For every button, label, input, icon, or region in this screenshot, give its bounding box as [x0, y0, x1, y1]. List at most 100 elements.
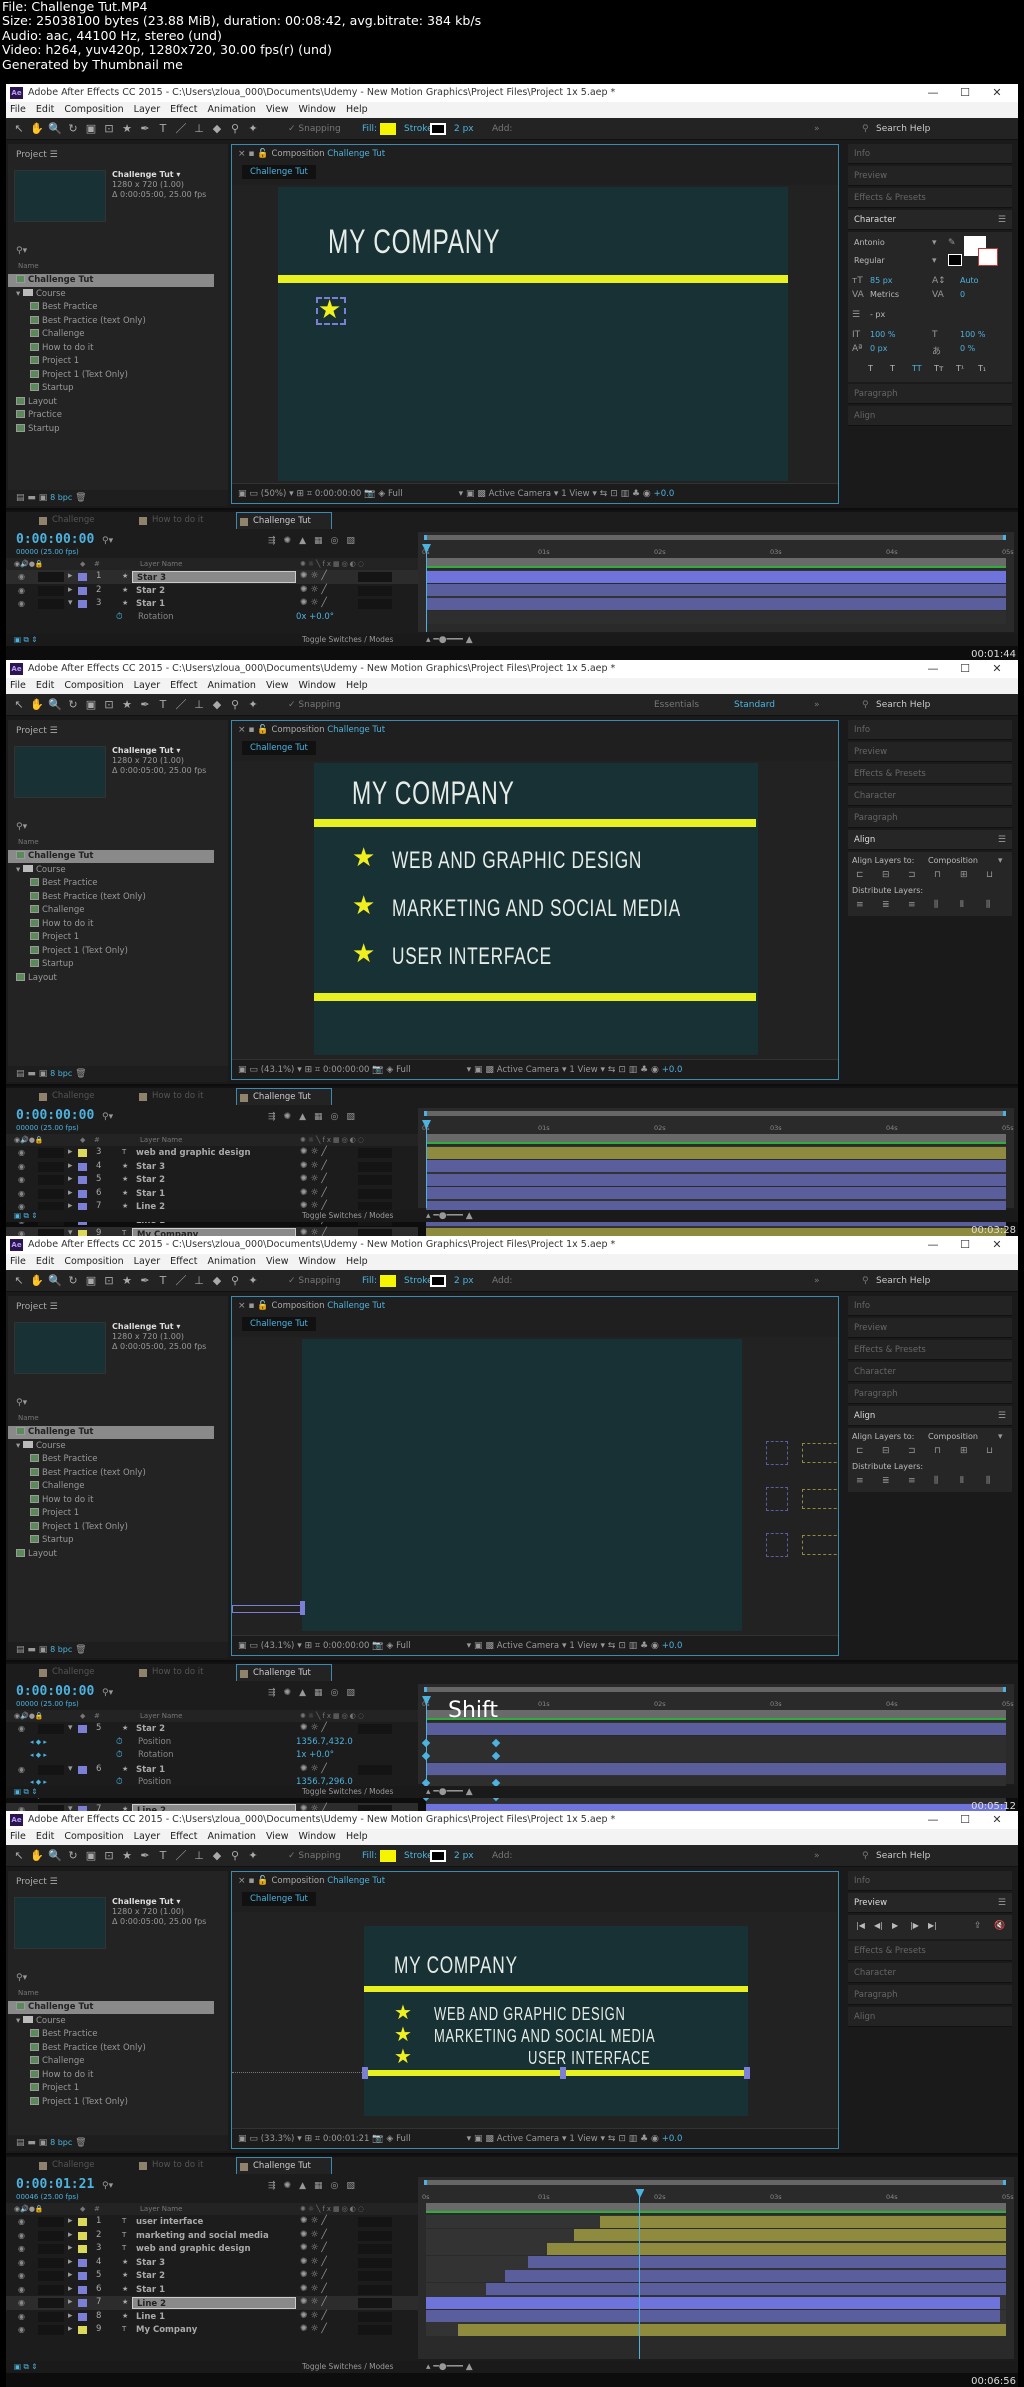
- pan-behind-tool-icon[interactable]: ⊡: [102, 1849, 116, 1863]
- text-outline[interactable]: [802, 1535, 838, 1555]
- snapping-toggle[interactable]: ✓ Snapping: [288, 118, 341, 140]
- eraser-tool-icon[interactable]: ◆: [210, 122, 224, 136]
- twirl-icon[interactable]: ▸: [68, 2269, 73, 2283]
- line-handle[interactable]: [744, 2067, 750, 2079]
- panel-menu-icon[interactable]: ☰: [998, 1893, 1006, 1913]
- twirl-icon[interactable]: ▸: [68, 1187, 73, 1201]
- label-color-swatch[interactable]: [78, 586, 87, 595]
- layer-switches[interactable]: ✺ ☼ ╱: [300, 597, 327, 611]
- tsume-value[interactable]: 0 %: [960, 344, 975, 353]
- exposure-value[interactable]: +0.0: [662, 1641, 683, 1651]
- resolution-select[interactable]: Full: [396, 1065, 411, 1075]
- dropdown-icon[interactable]: ▾: [932, 238, 937, 248]
- layer-switches[interactable]: ✺ ☼ ╱: [300, 2296, 327, 2310]
- puppet-tool-icon[interactable]: ✦: [246, 1849, 260, 1863]
- roto-brush-tool-icon[interactable]: ⚲: [228, 1849, 242, 1863]
- resolution-select[interactable]: Full: [388, 489, 403, 499]
- layer-name[interactable]: marketing and social media: [132, 2230, 296, 2242]
- project-item[interactable]: ▾ Course: [8, 864, 214, 877]
- timeline-tab[interactable]: How to do it: [136, 2157, 226, 2174]
- layer-switches[interactable]: ✺ ☼ ╱: [300, 1227, 327, 1236]
- project-search-icon[interactable]: ⚲▾: [16, 246, 27, 256]
- preview-control-3[interactable]: |▶: [910, 1921, 919, 1930]
- snapping-toggle[interactable]: ✓ Snapping: [288, 1270, 341, 1292]
- camera-tool-icon[interactable]: ▣: [84, 1274, 98, 1288]
- panel-align[interactable]: Align ☰: [848, 830, 1012, 850]
- playhead[interactable]: [639, 2189, 641, 2359]
- add-button[interactable]: Add:: [492, 118, 512, 140]
- menu-composition[interactable]: Composition: [64, 678, 123, 694]
- item-text[interactable]: WEB AND GRAPHIC DESIGN: [434, 2004, 626, 2025]
- solo-lock-cells[interactable]: [38, 1175, 64, 1185]
- distribute-button-icon[interactable]: ⫼: [986, 1476, 990, 1486]
- layer-row[interactable]: ◉ ▸ 3 Tweb and graphic design ✺ ☼ ╱: [6, 2242, 418, 2256]
- menu-window[interactable]: Window: [298, 1829, 335, 1845]
- layer-name[interactable]: Star 3: [132, 1161, 296, 1173]
- menu-edit[interactable]: Edit: [36, 1254, 54, 1270]
- layer-switches[interactable]: ✺ ☼ ╱: [300, 2323, 327, 2337]
- menu-effect[interactable]: Effect: [170, 678, 197, 694]
- menu-layer[interactable]: Layer: [134, 1254, 161, 1270]
- layer-duration-bar[interactable]: [426, 597, 1006, 610]
- label-color-swatch[interactable]: [78, 2272, 87, 2280]
- timeline-footer-icons[interactable]: ▣ ⧉ ⇕: [14, 1786, 38, 1798]
- toggle-switches-modes[interactable]: Toggle Switches / Modes: [302, 1210, 393, 1222]
- timeline-tab[interactable]: Challenge: [36, 512, 126, 529]
- transparency-grid-icon[interactable]: ▾ ▣ ▩: [467, 1641, 497, 1651]
- menu-help[interactable]: Help: [346, 102, 368, 118]
- vertical-scale-value[interactable]: 100 %: [870, 330, 895, 339]
- search-help-input[interactable]: Search Help: [876, 694, 930, 716]
- panel-character[interactable]: Character: [848, 786, 1012, 806]
- layer-switches[interactable]: ✺ ☼ ╱: [300, 2283, 327, 2297]
- panel-effects-presets[interactable]: Effects & Presets: [848, 764, 1012, 784]
- twirl-icon[interactable]: ▸: [68, 2229, 73, 2243]
- item-text[interactable]: WEB AND GRAPHIC DESIGN: [392, 847, 642, 875]
- stroke-width[interactable]: 2 px: [454, 1845, 474, 1867]
- distribute-button-icon[interactable]: ⫼: [934, 900, 938, 910]
- project-item[interactable]: Project 1 (Text Only): [8, 945, 214, 958]
- property-row[interactable]: ◂ ◆ ▸ ⏱ Rotation 1x +0.0°: [6, 1749, 418, 1763]
- solo-lock-cells[interactable]: [38, 599, 64, 609]
- solo-lock-cells[interactable]: [38, 1229, 64, 1236]
- layer-row[interactable]: ◉ ▾ 5 ★ Star 2 ✺ ☼ ╱: [6, 1722, 418, 1736]
- layer-switches[interactable]: ✺ ☼ ╱: [300, 1173, 327, 1187]
- shape-tool-icon[interactable]: ★: [120, 1274, 134, 1288]
- exposure-value[interactable]: +0.0: [662, 1065, 683, 1075]
- camera-tool-icon[interactable]: ▣: [84, 1849, 98, 1863]
- layer-name[interactable]: Star 2: [132, 1723, 296, 1735]
- visibility-toggle-icon[interactable]: ◉: [18, 2296, 28, 2310]
- eraser-tool-icon[interactable]: ◆: [210, 698, 224, 712]
- panel-align[interactable]: Align: [848, 406, 1012, 426]
- mode-cells[interactable]: [358, 572, 392, 582]
- time-navigator[interactable]: [424, 535, 1006, 540]
- menu-edit[interactable]: Edit: [36, 102, 54, 118]
- viewer-timecode[interactable]: 0:00:01:21: [323, 2134, 369, 2144]
- line-handle[interactable]: [300, 1601, 305, 1615]
- project-item[interactable]: Project 1: [8, 355, 214, 368]
- panel-paragraph[interactable]: Paragraph: [848, 1384, 1012, 1404]
- visibility-toggle-icon[interactable]: ◉: [18, 2323, 28, 2337]
- layer-name[interactable]: user interface: [132, 2216, 296, 2228]
- align-button-icon[interactable]: ⊟: [882, 1446, 890, 1456]
- font-style-select[interactable]: Regular: [854, 256, 885, 265]
- align-button-icon[interactable]: ⊓: [934, 870, 941, 880]
- line-shape[interactable]: [364, 2070, 748, 2076]
- align-button-icon[interactable]: ⊞: [960, 870, 968, 880]
- trash-icon[interactable]: 🗑: [72, 1069, 86, 1079]
- add-button[interactable]: Add:: [492, 1845, 512, 1867]
- magnification-select[interactable]: (50%): [261, 489, 287, 499]
- label-color-swatch[interactable]: [78, 2231, 87, 2240]
- solo-lock-cells[interactable]: [38, 1764, 64, 1775]
- layer-duration-bar[interactable]: [528, 2256, 1006, 2268]
- align-button-icon[interactable]: ⊏: [856, 1446, 864, 1456]
- visibility-toggle-icon[interactable]: ◉: [18, 1722, 28, 1736]
- menu-file[interactable]: File: [10, 678, 26, 694]
- layer-duration-bar[interactable]: [426, 2296, 1001, 2309]
- zoom-tool-icon[interactable]: 🔍: [48, 1849, 62, 1863]
- eraser-tool-icon[interactable]: ◆: [210, 1849, 224, 1863]
- timeline-tab[interactable]: Challenge: [36, 1088, 126, 1105]
- always-preview-icon[interactable]: ▣ ▭: [238, 1065, 261, 1075]
- menu-edit[interactable]: Edit: [36, 678, 54, 694]
- menu-effect[interactable]: Effect: [170, 1254, 197, 1270]
- timeline-switches-icons[interactable]: ⇶✺▲▦◎▧: [268, 2181, 363, 2191]
